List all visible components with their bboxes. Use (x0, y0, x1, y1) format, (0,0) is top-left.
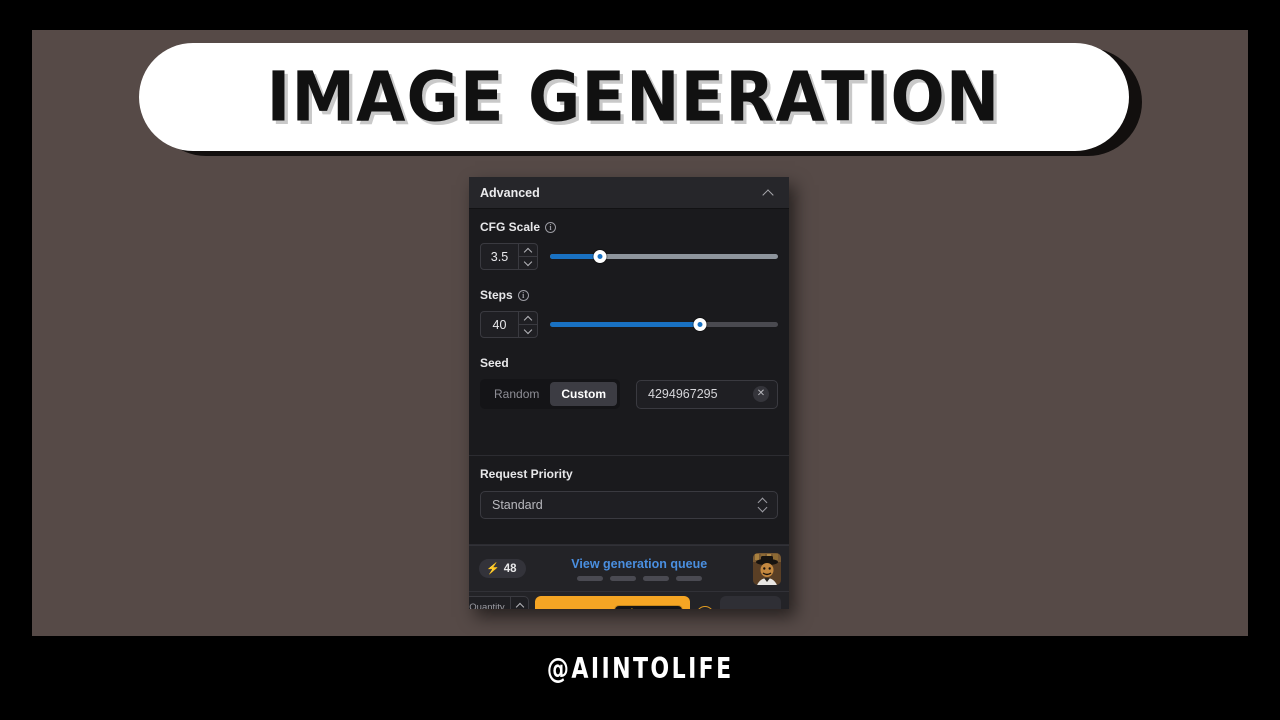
page-title: IMAGE GENERATION (267, 56, 1001, 138)
steps-info-icon[interactable]: i (517, 289, 529, 301)
request-priority-value: Standard (492, 498, 543, 512)
queue-bar: ⚡ 48 View generation queue (469, 545, 789, 591)
chevron-up-icon[interactable] (763, 186, 776, 199)
screenshot-root: IMAGE GENERATION Advanced CFG Scale i 3.… (0, 0, 1280, 720)
panel-spacer (469, 519, 789, 545)
skeleton-bar (576, 575, 603, 581)
panel-body: CFG Scale i 3.5 Steps i 40 Seed Random C… (469, 209, 789, 455)
avatar-portrait-icon (753, 552, 781, 585)
cfg-scale-label-row: CFG Scale i (480, 220, 778, 234)
generate-button-label: Generate (541, 607, 604, 610)
buzz-count: 48 (503, 562, 517, 575)
view-generation-queue-link[interactable]: View generation queue (571, 557, 707, 571)
seed-mode-random[interactable]: Random (483, 382, 550, 406)
chevron-updown-icon (758, 498, 768, 512)
buzz-balance-chip[interactable]: ⚡ 48 (479, 559, 526, 578)
request-priority-select[interactable]: Standard (480, 491, 778, 519)
steps-decrement[interactable] (519, 324, 537, 337)
cfg-scale-thumb[interactable] (593, 249, 607, 263)
panel-header[interactable]: Advanced (469, 177, 789, 209)
cfg-scale-info-icon[interactable]: i (545, 221, 557, 233)
advanced-settings-panel: Advanced CFG Scale i 3.5 Steps i 40 Seed… (469, 177, 789, 609)
cfg-scale-row: 3.5 (480, 243, 778, 270)
quantity-main[interactable]: Quantity 2 (469, 597, 510, 609)
reset-button[interactable]: Reset (719, 595, 781, 609)
steps-label: Steps (480, 288, 513, 302)
generate-button[interactable]: Generate ⚡ 102 ⚠ (535, 595, 690, 610)
cfg-scale-decrement[interactable] (519, 256, 537, 269)
quantity-increment[interactable] (511, 597, 528, 610)
seed-mode-custom[interactable]: Custom (550, 382, 618, 406)
quantity-label: Quantity (469, 602, 505, 609)
steps-thumb[interactable] (693, 317, 707, 331)
cfg-scale-label: CFG Scale (480, 220, 541, 234)
skeleton-bar (675, 575, 702, 581)
cfg-scale-slider[interactable] (550, 248, 778, 266)
cfg-scale-fill (550, 253, 601, 259)
seed-row: Random Custom 4294967295 ✕ (480, 379, 778, 409)
queue-center: View generation queue (534, 557, 746, 581)
steps-value[interactable]: 40 (481, 312, 518, 337)
steps-slider[interactable] (550, 316, 778, 334)
lightning-bolt-icon: ⚡ (622, 608, 636, 609)
warning-triangle-icon: ⚠ (665, 608, 675, 609)
footer-handle: @AIINTOLIFE (546, 652, 734, 686)
cfg-scale-stepper[interactable]: 3.5 (480, 243, 538, 270)
cfg-scale-increment[interactable] (519, 244, 537, 256)
generate-cost-badge: ⚡ 102 ⚠ (614, 605, 684, 610)
request-priority-section: Request Priority Standard (469, 455, 789, 519)
seed-label: Seed (480, 356, 509, 370)
queue-skeleton-row (576, 575, 702, 581)
steps-row: 40 (480, 311, 778, 338)
close-icon[interactable]: ✕ (753, 386, 769, 402)
seed-label-row: Seed (480, 356, 778, 370)
seed-mode-toggle[interactable]: Random Custom (480, 379, 621, 409)
footer: @AIINTOLIFE (0, 653, 1280, 686)
skeleton-bar (609, 575, 636, 581)
lightning-bolt-icon: ⚡ (486, 563, 500, 575)
steps-fill (550, 321, 701, 327)
quantity-stepper[interactable]: Quantity 2 (469, 595, 529, 610)
seed-value: 4294967295 (648, 387, 718, 401)
cfg-scale-value[interactable]: 3.5 (481, 244, 518, 269)
avatar[interactable] (753, 552, 781, 585)
steps-arrows[interactable] (518, 312, 537, 337)
panel-header-title: Advanced (480, 185, 540, 200)
seed-input[interactable]: 4294967295 ✕ (636, 379, 778, 409)
steps-label-row: Steps i (480, 288, 778, 302)
generate-bar: Quantity 2 Generate ⚡ 102 ⚠ i Reset (469, 591, 789, 609)
steps-increment[interactable] (519, 312, 537, 324)
generate-cost-value: 102 (641, 609, 660, 610)
cfg-scale-arrows[interactable] (518, 244, 537, 269)
request-priority-label: Request Priority (480, 467, 573, 481)
quantity-arrows[interactable] (510, 596, 528, 610)
steps-stepper[interactable]: 40 (480, 311, 538, 338)
title-banner: IMAGE GENERATION (139, 43, 1129, 151)
skeleton-bar (642, 575, 669, 581)
generate-info-icon[interactable]: i (695, 605, 714, 609)
